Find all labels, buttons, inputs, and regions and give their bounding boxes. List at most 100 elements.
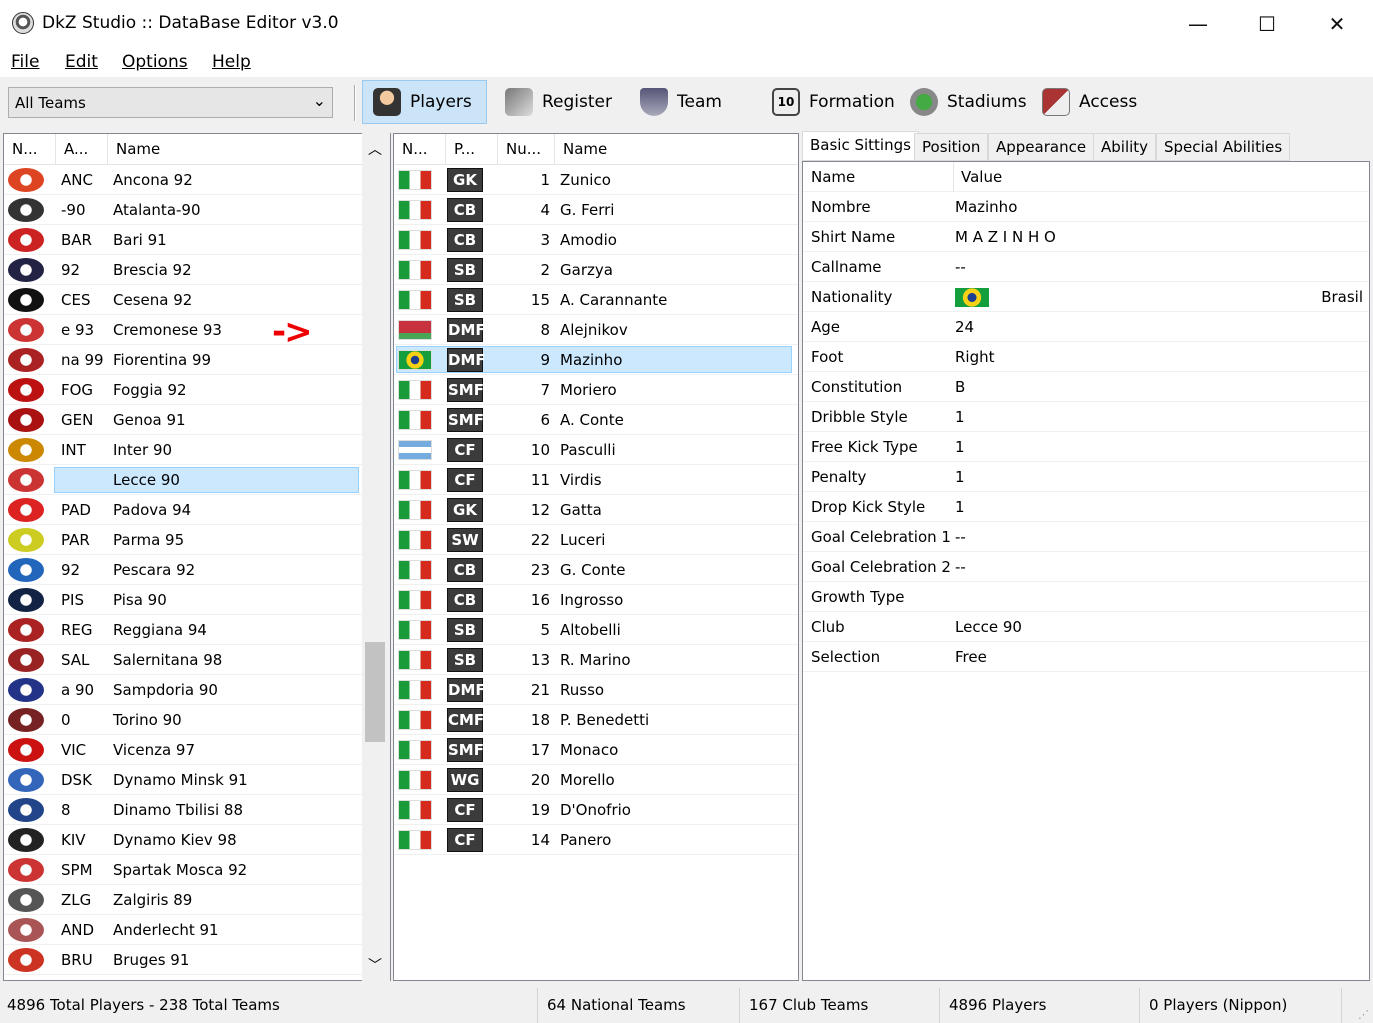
table-row[interactable]: CB 23 G. Conte	[394, 555, 798, 585]
table-row[interactable]: SB 5 Altobelli	[394, 615, 798, 645]
list-item[interactable]: 0 Torino 90	[4, 705, 364, 735]
formation-button[interactable]: 10 Formation	[772, 80, 895, 124]
access-button[interactable]: Access	[1042, 80, 1137, 124]
property-row[interactable]: Goal Celebration 1 --	[803, 522, 1369, 552]
column-header-number[interactable]: Nu...	[498, 134, 555, 165]
property-row[interactable]: Constitution B	[803, 372, 1369, 402]
property-row[interactable]: Nationality Brasil	[803, 282, 1369, 312]
list-item[interactable]: 8 Dinamo Tbilisi 88	[4, 795, 364, 825]
list-item[interactable]: a 90 Sampdoria 90	[4, 675, 364, 705]
property-value[interactable]: M A Z I N H O	[955, 222, 1056, 252]
team-filter-combo[interactable]: All Teams ⌄	[8, 87, 333, 118]
property-value[interactable]: 1	[955, 462, 965, 492]
menu-options[interactable]: Options	[122, 52, 188, 72]
property-row[interactable]: Goal Celebration 2 --	[803, 552, 1369, 582]
table-row[interactable]: DMF 9 Mazinho	[394, 345, 798, 375]
property-value[interactable]: --	[955, 252, 966, 282]
minimize-button[interactable]: —	[1163, 0, 1233, 47]
table-row[interactable]: CF 10 Pasculli	[394, 435, 798, 465]
list-item[interactable]: 92 Pescara 92	[4, 555, 364, 585]
list-item[interactable]: DSK Dynamo Minsk 91	[4, 765, 364, 795]
property-value[interactable]: 24	[955, 312, 974, 342]
table-row[interactable]: CF 19 D'Onofrio	[394, 795, 798, 825]
property-row[interactable]: Selection Free	[803, 642, 1369, 672]
property-value[interactable]: 1	[955, 402, 965, 432]
tab-basic-sittings[interactable]: Basic Sittings	[802, 131, 919, 161]
list-item[interactable]: Lecce 90	[4, 465, 364, 495]
column-header-name[interactable]: Name	[555, 134, 798, 165]
list-item[interactable]: PIS Pisa 90	[4, 585, 364, 615]
table-row[interactable]: CMF 18 P. Benedetti	[394, 705, 798, 735]
list-item[interactable]: KIV Dynamo Kiev 98	[4, 825, 364, 855]
table-row[interactable]: SB 15 A. Carannante	[394, 285, 798, 315]
property-row[interactable]: Callname --	[803, 252, 1369, 282]
property-value[interactable]: Lecce 90	[955, 612, 1022, 642]
list-item[interactable]: BAR Bari 91	[4, 225, 364, 255]
table-row[interactable]: SB 13 R. Marino	[394, 645, 798, 675]
table-row[interactable]: SMF 17 Monaco	[394, 735, 798, 765]
column-header-number[interactable]: N...	[4, 134, 56, 165]
list-item[interactable]: 92 Brescia 92	[4, 255, 364, 285]
teams-scrollbar[interactable]: ︿ ﹀	[362, 133, 390, 981]
menu-help[interactable]: Help	[212, 52, 251, 72]
register-button[interactable]: Register	[505, 80, 612, 124]
property-row[interactable]: Nombre Mazinho	[803, 192, 1369, 222]
property-row[interactable]: Foot Right	[803, 342, 1369, 372]
list-item[interactable]: PAD Padova 94	[4, 495, 364, 525]
list-item[interactable]: REG Reggiana 94	[4, 615, 364, 645]
column-header-name[interactable]: Name	[108, 134, 364, 165]
column-header-abbr[interactable]: A...	[56, 134, 108, 165]
property-row[interactable]: Free Kick Type 1	[803, 432, 1369, 462]
table-row[interactable]: GK 1 Zunico	[394, 165, 798, 195]
table-row[interactable]: SB 2 Garzya	[394, 255, 798, 285]
table-row[interactable]: CB 3 Amodio	[394, 225, 798, 255]
list-item[interactable]: VIC Vicenza 97	[4, 735, 364, 765]
table-row[interactable]: SMF 7 Moriero	[394, 375, 798, 405]
team-button[interactable]: Team	[640, 80, 722, 124]
property-value[interactable]: --	[955, 552, 966, 582]
property-row[interactable]: Dribble Style 1	[803, 402, 1369, 432]
tab-special-abilities[interactable]: Special Abilities	[1156, 133, 1291, 161]
column-header-nation[interactable]: N...	[394, 134, 446, 165]
property-value[interactable]: 1	[955, 432, 965, 462]
table-row[interactable]: CB 16 Ingrosso	[394, 585, 798, 615]
scroll-up-icon[interactable]: ︿	[368, 139, 382, 159]
tab-appearance[interactable]: Appearance	[988, 133, 1095, 161]
property-row[interactable]: Age 24	[803, 312, 1369, 342]
resize-grip-icon[interactable]: ⋰	[1358, 1008, 1369, 1021]
scroll-down-icon[interactable]: ﹀	[368, 955, 382, 975]
column-header-position[interactable]: P...	[446, 134, 498, 165]
property-value[interactable]: Brasil	[1321, 282, 1363, 312]
maximize-button[interactable]: ☐	[1232, 0, 1302, 47]
property-row[interactable]: Club Lecce 90	[803, 612, 1369, 642]
table-row[interactable]: DMF 21 Russo	[394, 675, 798, 705]
menu-file[interactable]: File	[11, 52, 39, 72]
stadiums-button[interactable]: Stadiums	[910, 80, 1027, 124]
list-item[interactable]: SPM Spartak Mosca 92	[4, 855, 364, 885]
list-item[interactable]: -90 Atalanta-90	[4, 195, 364, 225]
property-row[interactable]: Penalty 1	[803, 462, 1369, 492]
table-row[interactable]: GK 12 Gatta	[394, 495, 798, 525]
tab-ability[interactable]: Ability	[1093, 133, 1157, 161]
property-row[interactable]: Drop Kick Style 1	[803, 492, 1369, 522]
list-item[interactable]: INT Inter 90	[4, 435, 364, 465]
table-row[interactable]: CF 11 Virdis	[394, 465, 798, 495]
scrollbar-thumb[interactable]	[365, 642, 385, 742]
list-item[interactable]: CES Cesena 92	[4, 285, 364, 315]
table-row[interactable]: DMF 8 Alejnikov	[394, 315, 798, 345]
list-item[interactable]: PAR Parma 95	[4, 525, 364, 555]
close-button[interactable]: ✕	[1302, 0, 1372, 47]
tab-position[interactable]: Position	[914, 133, 989, 161]
property-value[interactable]: Free	[955, 642, 987, 672]
table-row[interactable]: CB 4 G. Ferri	[394, 195, 798, 225]
property-value[interactable]: 1	[955, 492, 965, 522]
table-row[interactable]: WG 20 Morello	[394, 765, 798, 795]
list-item[interactable]: BRU Bruges 91	[4, 945, 364, 975]
table-row[interactable]: SW 22 Luceri	[394, 525, 798, 555]
players-button[interactable]: Players	[362, 80, 487, 124]
property-value[interactable]: Mazinho	[955, 192, 1017, 222]
list-item[interactable]: AND Anderlecht 91	[4, 915, 364, 945]
list-item[interactable]: GEN Genoa 91	[4, 405, 364, 435]
list-item[interactable]: SAL Salernitana 98	[4, 645, 364, 675]
menu-edit[interactable]: Edit	[65, 52, 98, 72]
